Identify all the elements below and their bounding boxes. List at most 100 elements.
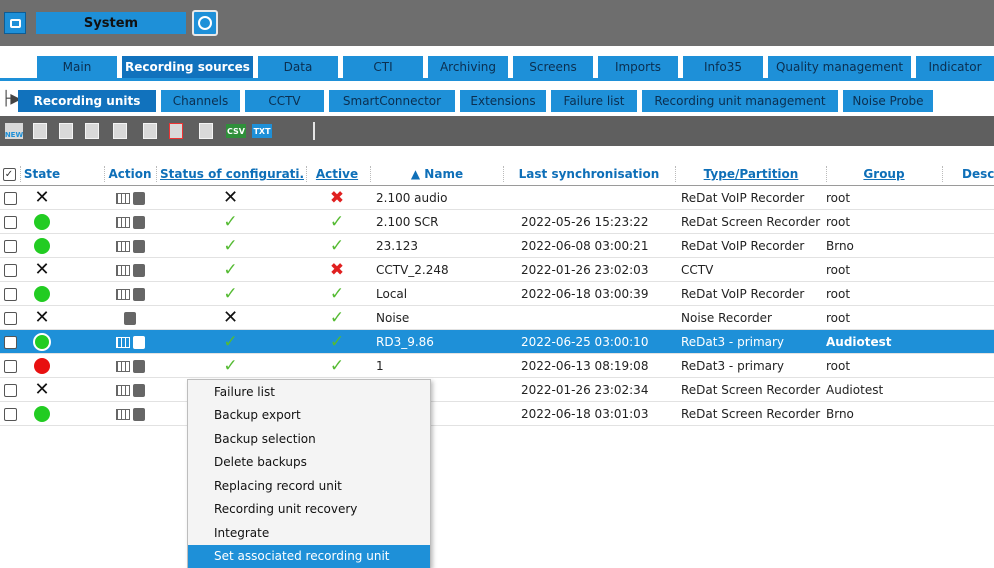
recorder-icon[interactable] — [132, 215, 145, 229]
recorder-icon[interactable] — [132, 383, 145, 397]
checkbox[interactable] — [3, 239, 17, 253]
column-group[interactable]: Group — [828, 162, 940, 186]
action-cell[interactable] — [104, 258, 156, 282]
edit-icon[interactable] — [30, 121, 50, 141]
column-description[interactable]: Desc — [944, 162, 994, 186]
channels-icon[interactable] — [115, 408, 130, 420]
context-menu-item[interactable]: Recording unit recovery — [188, 498, 430, 522]
column-last-synchronisation[interactable]: Last synchronisation — [505, 162, 673, 186]
checkbox[interactable] — [3, 407, 17, 421]
channels-icon[interactable] — [115, 264, 130, 276]
action-cell[interactable] — [104, 306, 156, 330]
action-cell[interactable] — [104, 354, 156, 378]
table-row[interactable]: ✓ ✓ RD3_9.86 2022-06-25 03:00:10 ReDat3 - pr… — [0, 330, 994, 354]
tab-failure-list[interactable]: Failure list — [551, 90, 637, 112]
column-type-partition[interactable]: Type/Partition — [677, 162, 825, 186]
tab-cti[interactable]: CTI — [343, 56, 423, 78]
channels-icon[interactable] — [115, 288, 130, 300]
action-cell[interactable] — [104, 234, 156, 258]
table-row[interactable]: ✓ ✓ Local 2022-06-18 03:00:39 ReDat VoIP Rec… — [0, 282, 994, 306]
action-icons[interactable] — [124, 311, 136, 325]
tab-archiving[interactable]: Archiving — [428, 56, 508, 78]
recorder-icon[interactable] — [132, 191, 145, 205]
action-icons[interactable] — [115, 383, 145, 397]
recorder-icon[interactable] — [132, 335, 145, 349]
action-icons[interactable] — [115, 239, 145, 253]
tab-recording-units[interactable]: Recording units — [18, 90, 156, 112]
recorder-icon[interactable] — [132, 287, 145, 301]
checkbox[interactable] — [3, 335, 17, 349]
delete-icon[interactable] — [110, 121, 130, 141]
checkbox[interactable] — [3, 311, 17, 325]
row-checkbox[interactable] — [0, 306, 20, 330]
database-red-icon[interactable] — [166, 121, 186, 141]
action-cell[interactable] — [104, 282, 156, 306]
tab-info35[interactable]: Info35 — [683, 56, 763, 78]
system-tab[interactable]: System — [36, 12, 186, 34]
system-menu-icon[interactable] — [4, 12, 26, 34]
recorder-icon[interactable] — [132, 239, 145, 253]
column-active[interactable]: Active — [308, 162, 366, 186]
duplicate-icon[interactable] — [56, 121, 76, 141]
new-icon[interactable]: NEW — [4, 121, 24, 141]
context-menu-item[interactable]: Set associated recording unit — [188, 544, 430, 568]
row-checkbox[interactable] — [0, 186, 20, 210]
table-row[interactable]: ✓✓cal2022-06-18 03:01:03ReDat Screen Rec… — [0, 402, 994, 426]
action-icons[interactable] — [115, 359, 145, 373]
tab-main[interactable]: Main — [37, 56, 117, 78]
tab-extensions[interactable]: Extensions — [460, 90, 546, 112]
action-icons[interactable] — [115, 215, 145, 229]
table-row[interactable]: ✓ ✓ 2.100 SCR 2022-05-26 15:23:22 ReDat Scre… — [0, 210, 994, 234]
checkbox[interactable] — [3, 263, 17, 277]
tab-data[interactable]: Data — [258, 56, 338, 78]
channels-icon[interactable] — [115, 336, 130, 348]
tab-quality-management[interactable]: Quality management — [768, 56, 911, 78]
table-row[interactable]: ✕ ✕ ✖ 2.100 audio ReDat VoIP Recorder root — [0, 186, 994, 210]
action-icons[interactable] — [115, 191, 145, 205]
table-row[interactable]: ✕ ✕ ✓ Noise Noise Recorder root — [0, 306, 994, 330]
action-icons[interactable] — [115, 407, 145, 421]
checkbox[interactable] — [3, 191, 17, 205]
row-checkbox[interactable] — [0, 258, 20, 282]
action-icons[interactable] — [115, 263, 145, 277]
action-cell[interactable] — [104, 378, 156, 402]
column-action[interactable]: Action — [104, 162, 156, 186]
csv-export-icon[interactable]: CSV — [226, 121, 246, 141]
recorder-icon[interactable] — [132, 359, 145, 373]
settings-icon[interactable] — [140, 121, 160, 141]
tab-recording-sources[interactable]: Recording sources — [122, 56, 253, 78]
context-menu-item[interactable]: Integrate — [188, 521, 430, 545]
action-icons[interactable] — [115, 287, 145, 301]
checkbox[interactable] — [3, 383, 17, 397]
row-checkbox[interactable] — [0, 378, 20, 402]
column-status-of-configuration[interactable]: Status of configurati... — [157, 162, 304, 186]
tab-noise-probe[interactable]: Noise Probe — [843, 90, 933, 112]
channels-icon[interactable] — [115, 216, 130, 228]
tab-recording-unit-management[interactable]: Recording unit management — [642, 90, 838, 112]
context-menu-item[interactable]: Delete backups — [188, 451, 430, 475]
tab-cctv[interactable]: CCTV — [245, 90, 324, 112]
table-row[interactable]: ✕ ✓ ✖ CCTV_2.248 2022-01-26 23:02:03 CCTV root — [0, 258, 994, 282]
select-all-checkbox[interactable]: ✓ — [0, 162, 18, 186]
row-checkbox[interactable] — [0, 282, 20, 306]
channels-icon[interactable] — [115, 384, 130, 396]
context-menu-item[interactable]: Backup selection — [188, 427, 430, 451]
tab-indicator[interactable]: Indicator — [916, 56, 994, 78]
action-cell[interactable] — [104, 330, 156, 354]
row-checkbox[interactable] — [0, 402, 20, 426]
row-checkbox[interactable] — [0, 210, 20, 234]
row-checkbox[interactable] — [0, 354, 20, 378]
channels-icon[interactable] — [115, 360, 130, 372]
tab-screens[interactable]: Screens — [513, 56, 593, 78]
action-cell[interactable] — [104, 402, 156, 426]
context-menu-item[interactable]: Backup export — [188, 404, 430, 428]
tab-channels[interactable]: Channels — [161, 90, 240, 112]
row-checkbox[interactable] — [0, 234, 20, 258]
tab-imports[interactable]: Imports — [598, 56, 678, 78]
action-cell[interactable] — [104, 186, 156, 210]
context-menu-item[interactable]: Replacing record unit — [188, 474, 430, 498]
recorder-icon[interactable] — [124, 311, 136, 325]
table-row[interactable]: ✓ ✓ 1 2022-06-13 08:19:08 ReDat3 - primary ro… — [0, 354, 994, 378]
context-menu-item[interactable]: Failure list — [188, 380, 430, 404]
monitor-icon[interactable] — [192, 10, 218, 36]
